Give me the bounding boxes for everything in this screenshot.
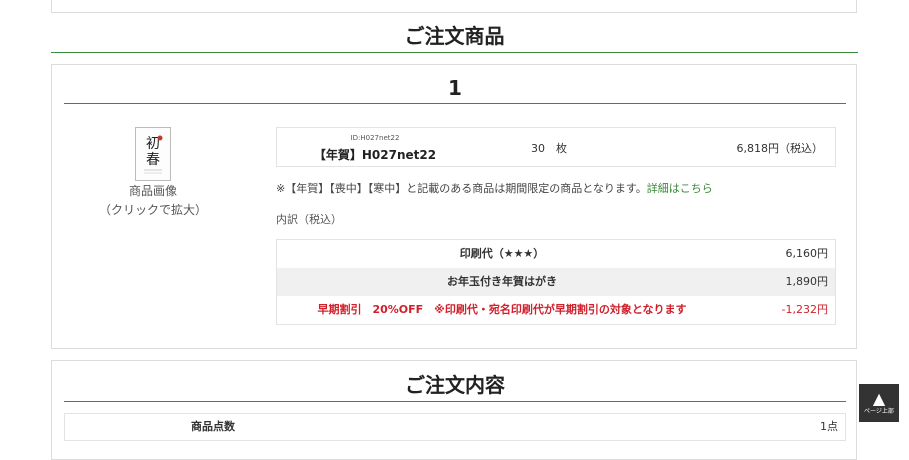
svg-text:春: 春 xyxy=(146,152,160,168)
section-title-order-items: ご注文商品 xyxy=(51,22,858,53)
nenga-card-image-icon: 初 春 xyxy=(136,128,170,180)
order-summary-row-value: 1点 xyxy=(820,420,838,433)
seasonal-notice-text: ※【年賀】【喪中】【寒中】と記載のある商品は期間限定の商品となります。 xyxy=(276,182,647,195)
breakdown-row-postcard: お年玉付き年賀はがき 1,890円 xyxy=(277,268,835,296)
breakdown-label: 内訳（税込） xyxy=(276,213,342,226)
product-row: ID:H027net22 【年賀】H027net22 30 枚 6,818円（税… xyxy=(276,127,836,167)
breakdown-row-label: 早期割引 20%OFF ※印刷代・宛名印刷代が早期割引の対象となります xyxy=(317,303,687,316)
product-name: 【年賀】H027net22 xyxy=(313,148,437,162)
product-price: 6,818円（税込） xyxy=(736,142,824,155)
breakdown-row-label: 印刷代（★★★） xyxy=(459,247,545,260)
product-quantity: 30 枚 xyxy=(531,142,567,155)
breakdown-row-value: -1,232円 xyxy=(781,303,828,316)
product-thumbnail[interactable]: 初 春 xyxy=(135,127,171,181)
breakdown-row-early-discount: 早期割引 20%OFF ※印刷代・宛名印刷代が早期割引の対象となります -1,2… xyxy=(277,296,835,324)
back-to-top-button[interactable]: ▲ ページ上部 xyxy=(859,384,899,422)
thumbnail-caption-line1: 商品画像 xyxy=(128,184,177,198)
item-number: 1 xyxy=(64,75,846,104)
back-to-top-label: ページ上部 xyxy=(864,408,894,415)
order-summary-card: ご注文内容 商品点数 1点 xyxy=(51,360,857,460)
order-summary-title: ご注文内容 xyxy=(64,371,846,402)
seasonal-notice: ※【年賀】【喪中】【寒中】と記載のある商品は期間限定の商品となります。詳細はこち… xyxy=(276,180,713,196)
breakdown-row-printing: 印刷代（★★★） 6,160円 xyxy=(277,240,835,268)
product-id: ID:H027net22 xyxy=(350,134,400,142)
previous-section-box xyxy=(51,0,857,13)
breakdown-row-value: 1,890円 xyxy=(785,275,829,288)
order-summary-row: 商品点数 1点 xyxy=(64,413,846,441)
order-summary-row-label: 商品点数 xyxy=(191,420,235,433)
details-link[interactable]: 詳細はこちら xyxy=(647,182,713,195)
breakdown-row-value: 6,160円 xyxy=(785,247,829,260)
up-arrow-icon: ▲ xyxy=(872,389,886,408)
order-item-card: 1 初 春 商品画像 （クリックで拡大） ID:H027net22 【年賀】H0… xyxy=(51,64,857,349)
thumbnail-caption: 商品画像 （クリックで拡大） xyxy=(92,182,214,220)
price-breakdown-table: 印刷代（★★★） 6,160円 お年玉付き年賀はがき 1,890円 早期割引 2… xyxy=(276,239,836,325)
breakdown-row-label: お年玉付き年賀はがき xyxy=(447,275,557,288)
thumbnail-caption-line2: （クリックで拡大） xyxy=(98,203,207,217)
